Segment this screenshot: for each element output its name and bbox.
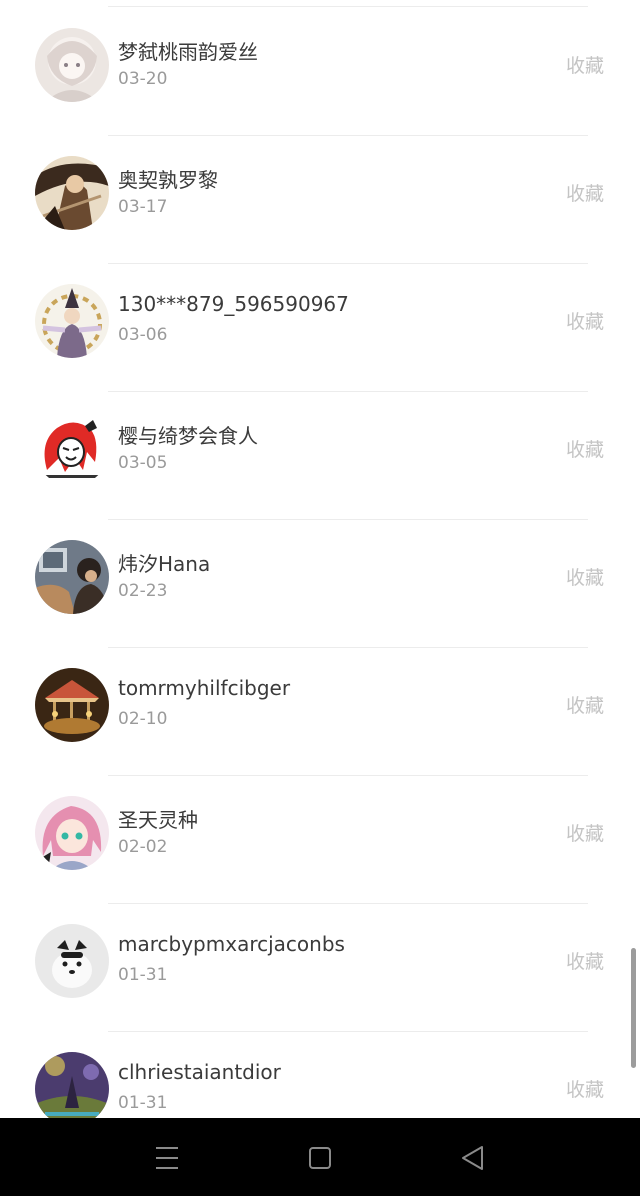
favorite-button[interactable]: 收藏 — [566, 435, 604, 462]
contact-date: 03-05 — [118, 453, 168, 473]
scrollbar[interactable] — [631, 948, 636, 1068]
contact-date: 02-10 — [118, 709, 168, 729]
contact-row[interactable]: 圣天灵种 02-02 收藏 — [0, 776, 640, 904]
favorite-button[interactable]: 收藏 — [566, 819, 604, 846]
red-hair-cartoon-avatar-icon[interactable] — [35, 412, 109, 486]
contact-name: 奥契孰罗黎 — [118, 168, 218, 192]
contact-name: 梦弑桃雨韵爱丝 — [118, 40, 258, 64]
contact-name: marcbypmxarcjaconbs — [118, 932, 345, 956]
photo-avatar-icon[interactable] — [35, 540, 109, 614]
navigation-bar — [0, 1118, 640, 1196]
contact-list[interactable]: 梦弑桃雨韵爱丝 03-20 收藏 奥契孰罗黎 03-17 收藏 130***87… — [0, 0, 640, 1118]
contact-date: 02-02 — [118, 837, 168, 857]
favorite-button[interactable]: 收藏 — [566, 51, 604, 78]
pink-hair-anime-avatar-icon[interactable] — [35, 796, 109, 870]
contact-date: 03-17 — [118, 197, 168, 217]
favorite-button[interactable]: 收藏 — [566, 691, 604, 718]
back-triangle-icon[interactable] — [451, 1136, 495, 1180]
night-scene-avatar-icon[interactable] — [35, 1052, 109, 1118]
favorite-button[interactable]: 收藏 — [566, 179, 604, 206]
favorite-button[interactable]: 收藏 — [566, 563, 604, 590]
anime-girl-light-avatar-icon[interactable] — [35, 28, 109, 102]
contact-name: 炜汐Hana — [118, 552, 211, 576]
warrior-avatar-icon[interactable] — [35, 156, 109, 230]
contact-name: 樱与绮梦会食人 — [118, 424, 258, 448]
carousel-avatar-icon[interactable] — [35, 668, 109, 742]
contact-name: clhriestaiantdior — [118, 1060, 281, 1084]
contact-name: tomrmyhilfcibger — [118, 676, 291, 700]
contact-name: 圣天灵种 — [118, 808, 198, 832]
contact-date: 03-20 — [118, 69, 168, 89]
contact-name: 130***879_596590967 — [118, 292, 349, 316]
favorites-screen: 梦弑桃雨韵爱丝 03-20 收藏 奥契孰罗黎 03-17 收藏 130***87… — [0, 0, 640, 1196]
favorite-button[interactable]: 收藏 — [566, 947, 604, 974]
home-square-icon[interactable] — [298, 1136, 342, 1180]
contact-date: 01-31 — [118, 1093, 168, 1113]
contact-row[interactable]: clhriestaiantdior 01-31 收藏 — [0, 1032, 640, 1118]
contact-row[interactable]: tomrmyhilfcibger 02-10 收藏 — [0, 648, 640, 776]
white-dog-avatar-icon[interactable] — [35, 924, 109, 998]
contact-date: 03-06 — [118, 325, 168, 345]
contact-date: 01-31 — [118, 965, 168, 985]
menu-icon[interactable] — [145, 1136, 189, 1180]
contact-row[interactable]: 130***879_596590967 03-06 收藏 — [0, 264, 640, 392]
contact-row[interactable]: 奥契孰罗黎 03-17 收藏 — [0, 136, 640, 264]
contact-row[interactable]: marcbypmxarcjaconbs 01-31 收藏 — [0, 904, 640, 1032]
contact-row[interactable]: 炜汐Hana 02-23 收藏 — [0, 520, 640, 648]
contact-date: 02-23 — [118, 581, 168, 601]
fantasy-character-avatar-icon[interactable] — [35, 284, 109, 358]
contact-row[interactable]: 樱与绮梦会食人 03-05 收藏 — [0, 392, 640, 520]
favorite-button[interactable]: 收藏 — [566, 1075, 604, 1102]
divider — [108, 6, 588, 7]
contact-row[interactable]: 梦弑桃雨韵爱丝 03-20 收藏 — [0, 8, 640, 136]
favorite-button[interactable]: 收藏 — [566, 307, 604, 334]
